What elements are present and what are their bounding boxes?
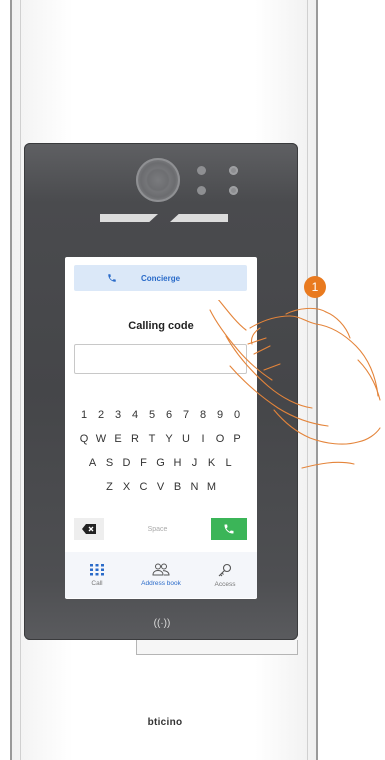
key[interactable]: E [110,433,127,445]
camera-lens-center [146,168,170,192]
people-icon [152,563,170,576]
key[interactable]: 6 [161,409,178,421]
key[interactable]: X [118,481,135,493]
concierge-button[interactable]: Concierge [74,265,247,291]
key[interactable]: R [127,433,144,445]
nav-access[interactable]: Access [193,552,257,598]
bottom-navigation: Call Address book Access [65,552,257,598]
sensor-led [229,186,238,195]
key[interactable]: G [152,457,169,469]
keyboard-row-zxcv: Z X C V B N M [74,481,247,493]
key[interactable]: M [203,481,220,493]
nav-address-book[interactable]: Address book [129,552,193,598]
key[interactable]: C [135,481,152,493]
key[interactable]: S [101,457,118,469]
key[interactable]: D [118,457,135,469]
hand-pointer-icon [209,300,381,469]
nav-access-label: Access [214,580,236,588]
key[interactable]: T [144,433,161,445]
key[interactable]: 3 [110,409,127,421]
step-callout: 1 [304,276,326,298]
key[interactable]: 5 [144,409,161,421]
key[interactable]: 4 [127,409,144,421]
space-label: Space [147,525,168,533]
key[interactable]: H [169,457,186,469]
key[interactable]: F [135,457,152,469]
key[interactable]: V [152,481,169,493]
nav-call[interactable]: Call [65,552,129,598]
keypad-icon [90,563,104,575]
sensor-led [229,166,238,175]
led-light-bar-right [170,214,228,222]
sensor-dot [197,166,206,175]
led-light-bar-left [100,214,158,222]
call-key[interactable] [211,518,247,540]
key-icon [218,563,232,576]
key[interactable]: W [93,433,110,445]
space-key[interactable]: Space [104,518,211,540]
nav-address-book-label: Address book [141,580,181,587]
key[interactable]: Y [161,433,178,445]
brand-logo: bticino [147,717,183,728]
concierge-label: Concierge [140,273,181,283]
key[interactable]: Z [101,481,118,493]
key[interactable]: A [84,457,101,469]
key[interactable]: N [186,481,203,493]
key[interactable]: Q [76,433,93,445]
keyboard-action-row: Space [74,518,247,540]
backspace-key[interactable] [74,518,104,540]
key[interactable]: 2 [93,409,110,421]
nfc-reader-icon: ((·)) [153,618,171,629]
sensor-dot [197,186,206,195]
panel-bottom-trim [136,640,298,655]
key[interactable]: B [169,481,186,493]
key[interactable]: 1 [76,409,93,421]
backspace-icon [82,524,96,534]
nav-call-label: Call [91,579,103,587]
phone-icon [224,524,234,534]
